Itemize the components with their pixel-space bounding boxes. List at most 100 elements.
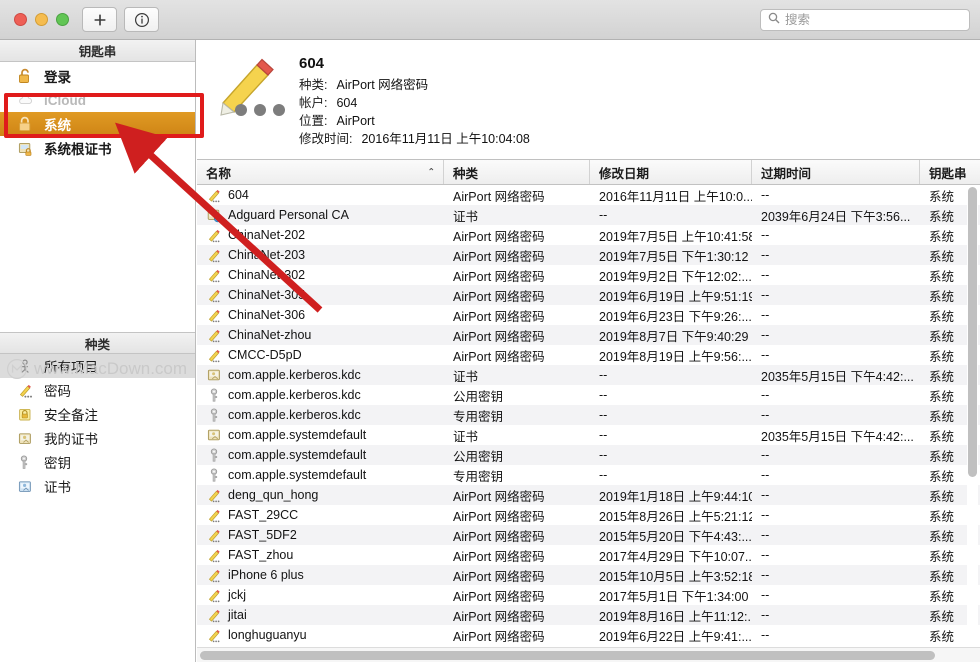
column-label: 钥匙串 — [929, 166, 967, 181]
field-value: AirPort — [336, 114, 375, 128]
category-item-passwords[interactable]: 密码 — [0, 378, 195, 402]
item-detail-panel: 604 种类: AirPort 网络密码 帐户: 604 位置: AirPort… — [197, 41, 980, 160]
keychains-header: 钥匙串 — [0, 40, 195, 62]
sidebar-item-icloud[interactable]: iCloud — [0, 88, 195, 112]
item-name: ChinaNet-202 — [228, 228, 306, 242]
table-row[interactable]: com.apple.kerberos.kdc 证书 -- 2035年5月15日 下午4… — [197, 365, 980, 385]
cell-name: longhuguanyu — [197, 627, 444, 643]
table-row[interactable]: com.apple.systemdefault 专用密钥 -- -- 系统 — [197, 465, 980, 485]
cell-modified: 2019年8月16日 上午11:12:... — [599, 609, 752, 624]
cell-kind: AirPort 网络密码 — [453, 329, 545, 344]
item-name: com.apple.kerberos.kdc — [228, 368, 361, 382]
table-body: 604 AirPort 网络密码 2016年11月11日 上午10:0... -- 系统… — [197, 185, 980, 645]
minimize-button[interactable] — [35, 13, 48, 26]
table-row[interactable]: Adguard Personal CA 证书 -- 2039年6月24日 下午3:56… — [197, 205, 980, 225]
table-row[interactable]: com.apple.kerberos.kdc 公用密钥 -- -- 系统 — [197, 385, 980, 405]
table-row[interactable]: iPhone 6 plus AirPort 网络密码 2015年10月5日 上午3:… — [197, 565, 980, 585]
table-row[interactable]: FAST_zhou AirPort 网络密码 2017年4月29日 下午10:07.… — [197, 545, 980, 565]
table-row[interactable]: 604 AirPort 网络密码 2016年11月11日 上午10:0... -- 系统 — [197, 185, 980, 205]
add-item-button[interactable] — [82, 7, 117, 32]
search-input[interactable] — [785, 13, 962, 27]
traffic-light-group — [14, 13, 69, 26]
cell-expires: -- — [761, 548, 770, 562]
column-header-name[interactable]: 名称 ⌃ — [197, 160, 444, 184]
cell-expires: -- — [761, 528, 770, 542]
info-button[interactable] — [124, 7, 159, 32]
column-header-keychain[interactable]: 钥匙串 — [920, 160, 980, 184]
vertical-scrollbar[interactable] — [967, 187, 978, 659]
cell-expires: -- — [761, 268, 770, 282]
cell-expires: -- — [761, 568, 770, 582]
sidebar-item-login[interactable]: 登录 — [0, 64, 195, 88]
table-row[interactable]: com.apple.kerberos.kdc 专用密钥 -- -- 系统 — [197, 405, 980, 425]
sidebar-item-system[interactable]: 系统 — [0, 112, 195, 136]
column-header-expires[interactable]: 过期时间 — [752, 160, 920, 184]
table-row[interactable]: ChinaNet-203 AirPort 网络密码 2019年7月5日 下午1:30… — [197, 245, 980, 265]
table-row[interactable]: FAST_5DF2 AirPort 网络密码 2015年5月20日 下午4:43:.… — [197, 525, 980, 545]
close-button[interactable] — [14, 13, 27, 26]
pencil-icon — [208, 509, 220, 522]
table-row[interactable]: FAST_29CC AirPort 网络密码 2015年8月26日 上午5:21:1… — [197, 505, 980, 525]
category-item-all-items[interactable]: 所有项目 — [0, 354, 195, 378]
table-row[interactable]: ChinaNet-305 AirPort 网络密码 2019年6月19日 上午9:5… — [197, 285, 980, 305]
cell-kind: AirPort 网络密码 — [453, 609, 545, 624]
cell-name: CMCC-D5pD — [197, 347, 444, 363]
cell-name: com.apple.systemdefault — [197, 447, 444, 463]
keychain-access-window: 钥匙串 登录 iCloud — [0, 0, 980, 662]
vertical-scrollbar-thumb[interactable] — [968, 187, 977, 477]
sidebar-item-label: 系统 — [44, 118, 71, 133]
table-row[interactable]: deng_qun_hong AirPort 网络密码 2019年1月18日 上午9:… — [197, 485, 980, 505]
item-name: deng_qun_hong — [228, 488, 319, 502]
table-row[interactable]: jitai AirPort 网络密码 2019年8月16日 上午11:12:... -… — [197, 605, 980, 625]
detail-field-modified: 修改时间: 2016年11月11日 上午10:04:08 — [299, 131, 530, 148]
table-row[interactable]: CMCC-D5pD AirPort 网络密码 2019年8月19日 上午9:56:.… — [197, 345, 980, 365]
table-row[interactable]: ChinaNet-zhou AirPort 网络密码 2019年8月7日 下午9:4… — [197, 325, 980, 345]
field-value: 2016年11月11日 上午10:04:08 — [361, 132, 530, 146]
cell-modified: 2015年8月26日 上午5:21:12 — [599, 509, 752, 524]
item-name: com.apple.kerberos.kdc — [228, 408, 361, 422]
cell-expires: 2035年5月15日 下午4:42:... — [761, 429, 914, 444]
column-label: 种类 — [453, 166, 479, 181]
table-row[interactable]: ChinaNet-202 AirPort 网络密码 2019年7月5日 上午10:4… — [197, 225, 980, 245]
table-row[interactable]: jckj AirPort 网络密码 2017年5月1日 下午1:34:00 -- 系统 — [197, 585, 980, 605]
field-value: 604 — [336, 96, 358, 110]
horizontal-scrollbar[interactable] — [197, 647, 980, 662]
cell-kind: AirPort 网络密码 — [453, 249, 545, 264]
table-row[interactable]: longhuguanyu AirPort 网络密码 2019年6月22日 上午9:4… — [197, 625, 980, 645]
category-item-my-certificates[interactable]: 我的证书 — [0, 426, 195, 450]
category-list: 所有项目 密码 安全备注 我的证书 密钥 证书 — [0, 354, 195, 498]
table-row[interactable]: ChinaNet-302 AirPort 网络密码 2019年9月2日 下午12:0… — [197, 265, 980, 285]
search-field[interactable] — [760, 9, 970, 31]
column-header-kind[interactable]: 种类 — [444, 160, 590, 184]
column-label: 名称 — [206, 166, 232, 181]
horizontal-scrollbar-thumb[interactable] — [200, 651, 935, 660]
item-name: com.apple.systemdefault — [228, 428, 367, 442]
cell-modified: 2019年6月22日 上午9:41:... — [599, 629, 752, 644]
category-item-certificates[interactable]: 证书 — [0, 474, 195, 498]
cell-name: ChinaNet-202 — [197, 227, 444, 243]
sidebar-item-system-roots[interactable]: 系统根证书 — [0, 136, 195, 160]
cell-kind: 公用密钥 — [453, 389, 504, 404]
cell-modified: 2019年8月7日 下午9:40:29 — [599, 329, 749, 344]
sidebar-item-label: 登录 — [44, 70, 71, 85]
detail-fields: 604 种类: AirPort 网络密码 帐户: 604 位置: AirPort… — [295, 55, 530, 149]
table-row[interactable]: com.apple.systemdefault 证书 -- 2035年5月15日 下午… — [197, 425, 980, 445]
cell-expires: 2039年6月24日 下午3:56... — [761, 209, 911, 224]
table-row[interactable]: com.apple.systemdefault 公用密钥 -- -- 系统 — [197, 445, 980, 465]
key-icon — [210, 447, 218, 462]
cell-modified: 2019年6月19日 上午9:51:19 — [599, 289, 752, 304]
cell-name: ChinaNet-zhou — [197, 327, 444, 343]
cell-expires: -- — [761, 308, 770, 322]
category-item-secure-notes[interactable]: 安全备注 — [0, 402, 195, 426]
table-row[interactable]: ChinaNet-306 AirPort 网络密码 2019年6月23日 下午9:2… — [197, 305, 980, 325]
cell-name: jitai — [197, 607, 444, 623]
cell-expires: -- — [761, 448, 770, 462]
cell-name: deng_qun_hong — [197, 487, 444, 503]
sidebar-item-label: 系统根证书 — [44, 142, 112, 157]
category-item-keys[interactable]: 密钥 — [0, 450, 195, 474]
column-header-modified[interactable]: 修改日期 — [590, 160, 752, 184]
cell-name: Adguard Personal CA — [197, 207, 444, 223]
detail-field-account: 帐户: 604 — [299, 95, 530, 112]
maximize-button[interactable] — [56, 13, 69, 26]
detail-field-location: 位置: AirPort — [299, 113, 530, 130]
